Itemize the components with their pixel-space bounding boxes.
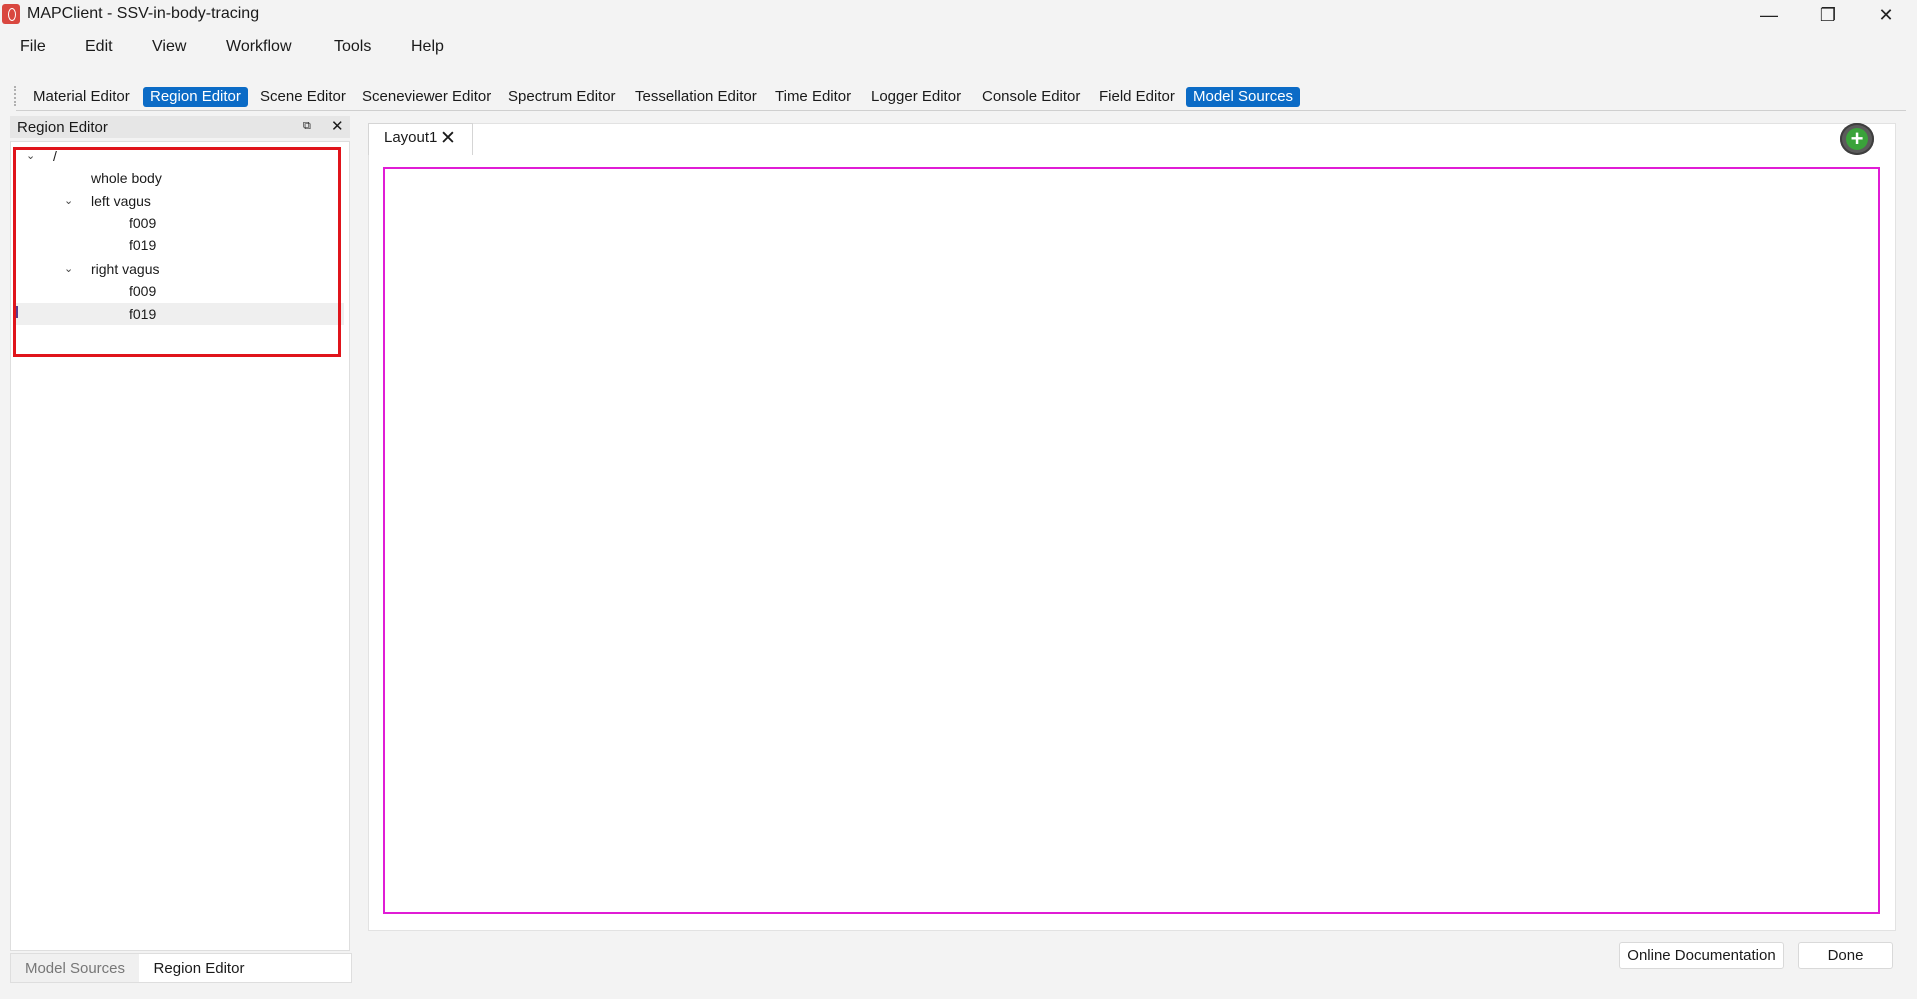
menu-edit[interactable]: Edit [85, 38, 113, 56]
toolbar-tessellation-editor[interactable]: Tessellation Editor [628, 87, 764, 107]
dock-tab-model-sources[interactable]: Model Sources [11, 954, 139, 982]
toolbar-time-editor[interactable]: Time Editor [768, 87, 858, 107]
toolbar-model-sources[interactable]: Model Sources [1186, 87, 1301, 107]
menu-workflow[interactable]: Workflow [226, 38, 292, 56]
done-button[interactable]: Done [1798, 942, 1893, 969]
toolbar-material-editor[interactable]: Material Editor [26, 87, 137, 107]
menu-view[interactable]: View [152, 38, 186, 56]
scene-viewer-canvas[interactable] [383, 167, 1880, 914]
dock-tab-region-editor[interactable]: Region Editor [139, 954, 259, 982]
minimize-button[interactable]: — [1741, 0, 1797, 30]
dock-close-icon[interactable]: ✕ [331, 117, 344, 135]
window-title: MAPClient - SSV-in-body-tracing [27, 5, 260, 22]
online-documentation-button[interactable]: Online Documentation [1619, 942, 1784, 969]
toolbar-logger-editor[interactable]: Logger Editor [864, 87, 968, 107]
toolbar-grip[interactable] [14, 86, 18, 106]
toolbar-scene-editor[interactable]: Scene Editor [253, 87, 353, 107]
toolbar-console-editor[interactable]: Console Editor [975, 87, 1087, 107]
tab-layout1-label[interactable]: Layout1 [384, 129, 437, 146]
toolbar-field-editor[interactable]: Field Editor [1092, 87, 1182, 107]
close-window-button[interactable]: ✕ [1858, 0, 1914, 30]
menu-help[interactable]: Help [411, 38, 444, 56]
close-icon[interactable]: ✕ [440, 127, 456, 150]
add-layout-button[interactable]: + [1840, 123, 1874, 155]
app-logo-icon [2, 4, 20, 24]
dock-float-icon[interactable]: ⧉ [303, 120, 311, 133]
toolbar-spectrum-editor[interactable]: Spectrum Editor [501, 87, 623, 107]
toolbar-sceneviewer-editor[interactable]: Sceneviewer Editor [355, 87, 498, 107]
highlight-annotation-frame [13, 147, 341, 357]
title-bar [0, 0, 1917, 30]
menu-tools[interactable]: Tools [334, 38, 371, 56]
toolbar-region-editor[interactable]: Region Editor [143, 87, 248, 107]
dock-title: Region Editor [17, 119, 108, 136]
plus-icon: + [1846, 128, 1868, 150]
toolbar-divider [16, 110, 1906, 111]
menu-file[interactable]: File [20, 38, 46, 56]
restore-button[interactable]: ❐ [1800, 0, 1856, 30]
